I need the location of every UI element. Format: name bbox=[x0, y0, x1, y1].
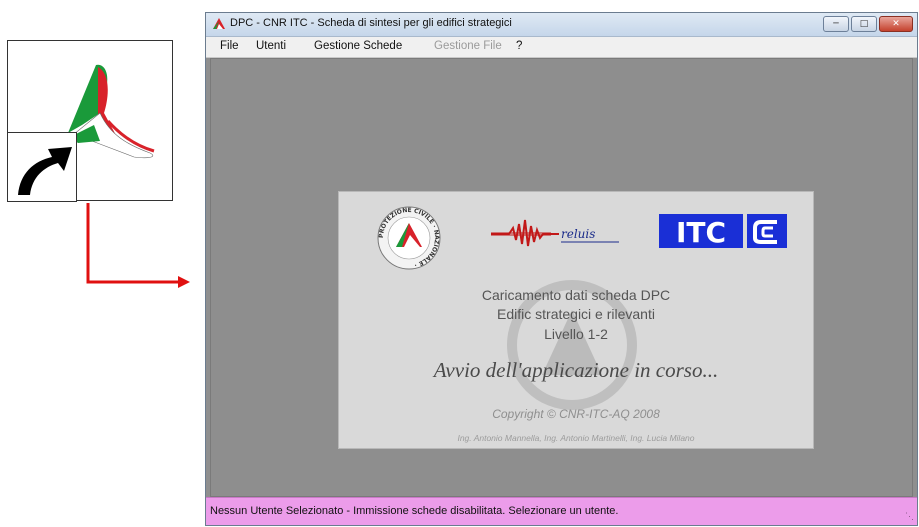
itc-logo: ITC bbox=[659, 214, 793, 249]
maximize-button[interactable]: □ bbox=[851, 16, 877, 32]
menu-file[interactable]: File bbox=[220, 40, 239, 52]
minimize-button[interactable]: ─ bbox=[823, 16, 849, 32]
reluis-logo: reluis bbox=[491, 219, 619, 247]
maximize-icon: □ bbox=[859, 18, 869, 29]
menu-gestione-file[interactable]: Gestione File bbox=[434, 40, 502, 52]
menu-utenti[interactable]: Utenti bbox=[256, 40, 286, 52]
application-window: DPC - CNR ITC - Scheda di sintesi per gl… bbox=[205, 12, 918, 526]
copyright-text: Copyright © CNR-ITC-AQ 2008 bbox=[492, 407, 660, 421]
menu-help[interactable]: ? bbox=[516, 40, 522, 52]
app-logo-icon bbox=[213, 18, 225, 29]
loading-title-line2: Edific strategici e rilevanti bbox=[497, 306, 655, 322]
protezione-civile-logo: PROTEZIONE CIVILE · NAZIONALE · bbox=[377, 206, 441, 270]
reluis-text: reluis bbox=[561, 227, 595, 241]
window-title: DPC - CNR ITC - Scheda di sintesi per gl… bbox=[230, 17, 512, 29]
status-bar: Nessun Utente Selezionato - Immissione s… bbox=[206, 497, 917, 525]
authors-text: Ing. Antonio Mannella, Ing. Antonio Mart… bbox=[457, 433, 695, 443]
menu-bar: File Utenti Gestione Schede Gestione Fil… bbox=[206, 37, 917, 58]
startup-message: Avvio dell'applicazione in corso... bbox=[433, 358, 719, 382]
splash-panel: PROTEZIONE CIVILE · NAZIONALE · reluis I… bbox=[338, 191, 814, 449]
title-bar[interactable]: DPC - CNR ITC - Scheda di sintesi per gl… bbox=[206, 13, 917, 37]
client-area: PROTEZIONE CIVILE · NAZIONALE · reluis I… bbox=[210, 58, 913, 497]
resize-grip-icon[interactable]: ⋱ bbox=[905, 511, 914, 522]
close-icon: ✕ bbox=[892, 18, 900, 29]
menu-gestione-schede[interactable]: Gestione Schede bbox=[314, 40, 402, 52]
close-button[interactable]: ✕ bbox=[879, 16, 913, 32]
minimize-icon: ─ bbox=[833, 18, 839, 29]
loading-title-line3: Livello 1-2 bbox=[544, 326, 608, 342]
loading-title-line1: Caricamento dati scheda DPC bbox=[481, 287, 671, 303]
status-message: Nessun Utente Selezionato - Immissione s… bbox=[210, 505, 619, 517]
itc-text: ITC bbox=[676, 216, 726, 248]
